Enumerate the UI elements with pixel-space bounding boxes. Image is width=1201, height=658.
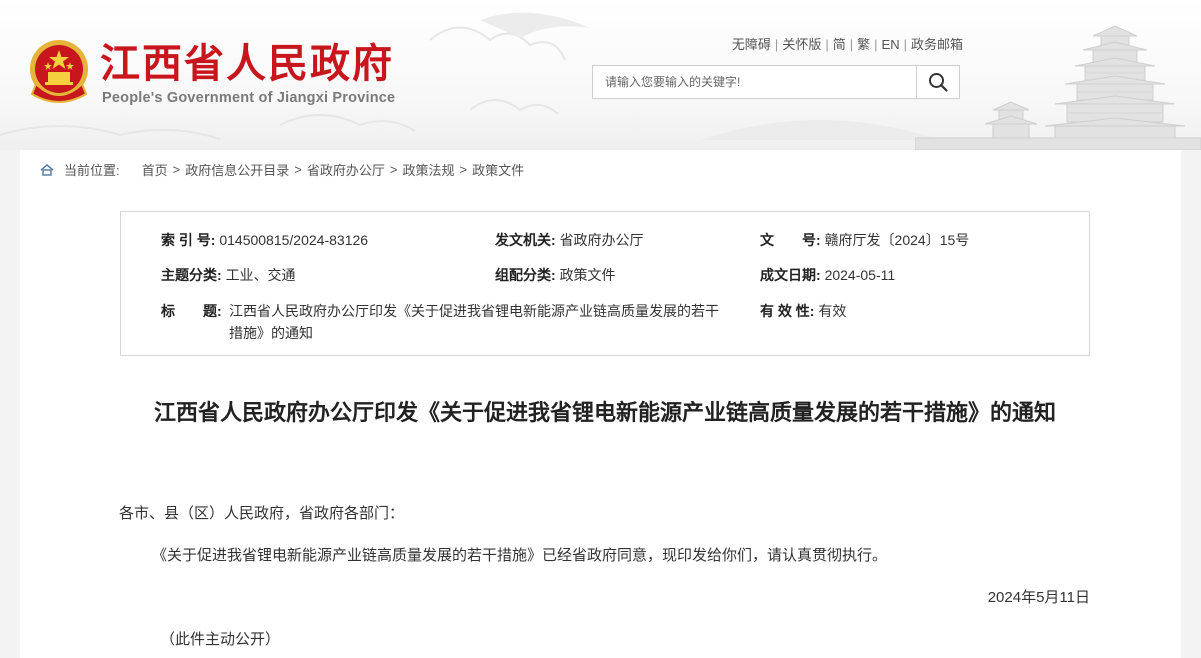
simplified-chinese-link[interactable]: 简 — [833, 37, 846, 52]
info-label: 成文日期: — [760, 267, 821, 283]
info-label: 标 题: — [161, 303, 222, 319]
breadcrumb-policies[interactable]: 政策法规 — [402, 160, 454, 179]
breadcrumb-general-office[interactable]: 省政府办公厅 — [307, 160, 385, 179]
info-label: 有 效 性: — [760, 303, 815, 319]
divider: | — [903, 37, 907, 52]
accessibility-link[interactable]: 无障碍 — [732, 37, 771, 52]
info-label: 文 号: — [760, 232, 821, 248]
english-link[interactable]: EN — [882, 37, 900, 52]
article-date: 2024年5月11日 — [987, 589, 1090, 606]
traditional-chinese-link[interactable]: 繁 — [857, 37, 870, 52]
info-index-number: 索 引 号: 014500815/2024-83126 — [161, 230, 368, 250]
info-label: 组配分类: — [495, 267, 556, 283]
article-title: 江西省人民政府办公厅印发《关于促进我省锂电新能源产业链高质量发展的若干措施》的通… — [153, 401, 1056, 426]
info-value: 政策文件 — [559, 267, 616, 283]
site-subtitle: People's Government of Jiangxi Province — [102, 90, 396, 106]
info-value: 2024-05-11 — [824, 267, 896, 283]
info-category: 组配分类: 政策文件 — [495, 265, 616, 285]
breadcrumb-separator: > — [389, 162, 398, 177]
info-value: 江西省人民政府办公厅印发《关于促进我省锂电新能源产业链高质量发展的若干措施》的通… — [229, 303, 719, 341]
breadcrumb-policy-documents[interactable]: 政策文件 — [472, 160, 524, 179]
breadcrumb-separator: > — [459, 162, 468, 177]
breadcrumb-home[interactable]: 首页 — [142, 160, 168, 179]
search-input[interactable] — [593, 66, 919, 98]
home-icon — [40, 163, 54, 176]
breadcrumb-info-disclosure[interactable]: 政府信息公开目录 — [185, 160, 289, 179]
breadcrumb-label: 当前位置: — [64, 163, 120, 178]
national-emblem-icon — [30, 40, 88, 103]
divider: | — [874, 37, 878, 52]
info-topic: 主题分类: 工业、交通 — [161, 265, 296, 285]
info-date: 成文日期: 2024-05-11 — [760, 265, 895, 285]
info-value: 赣府厅发〔2024〕15号 — [824, 232, 970, 248]
info-issuer: 发文机关: 省政府办公厅 — [495, 230, 644, 250]
tengwang-pavilion-illustration — [915, 25, 1201, 150]
divider: | — [774, 37, 779, 52]
breadcrumb-separator: > — [172, 162, 181, 177]
info-label: 主题分类: — [161, 267, 222, 283]
info-validity: 有 效 性: 有效 — [760, 301, 846, 321]
info-title: 标 题: 江西省人民政府办公厅印发《关于促进我省锂电新能源产业链高质量发展的若干… — [161, 300, 731, 344]
elderly-mode-link[interactable]: 关怀版 — [782, 37, 821, 52]
article-paragraph: 《关于促进我省锂电新能源产业链高质量发展的若干措施》已经省政府同意，现印发给你们… — [152, 547, 888, 564]
search-box — [592, 65, 960, 99]
breadcrumb-separator: > — [294, 162, 302, 177]
article-salutation: 各市、县（区）人民政府，省政府各部门： — [119, 505, 405, 522]
site-header: 江西省人民政府 People's Government of Jiangxi P… — [0, 0, 1201, 150]
info-label: 索 引 号: — [161, 232, 216, 248]
public-disclosure-note: （此件主动公开） — [160, 631, 281, 648]
info-value: 014500815/2024-83126 — [219, 232, 369, 248]
main-content: 当前位置: 首页 > 政府信息公开目录 > 省政府办公厅 > 政策法规 > 政策… — [20, 150, 1181, 658]
info-document-number: 文 号: 赣府厅发〔2024〕15号 — [760, 230, 969, 250]
info-value: 有效 — [818, 303, 847, 319]
divider: | — [849, 37, 854, 52]
info-label: 发文机关: — [495, 232, 556, 248]
info-value: 省政府办公厅 — [559, 232, 644, 248]
breadcrumb: 当前位置: 首页 > 政府信息公开目录 > 省政府办公厅 > 政策法规 > 政策… — [40, 160, 524, 179]
divider: | — [825, 37, 829, 52]
site-title: 江西省人民政府 — [100, 40, 394, 87]
document-info-table: 索 引 号: 014500815/2024-83126 发文机关: 省政府办公厅… — [120, 211, 1090, 356]
info-value: 工业、交通 — [225, 267, 296, 283]
